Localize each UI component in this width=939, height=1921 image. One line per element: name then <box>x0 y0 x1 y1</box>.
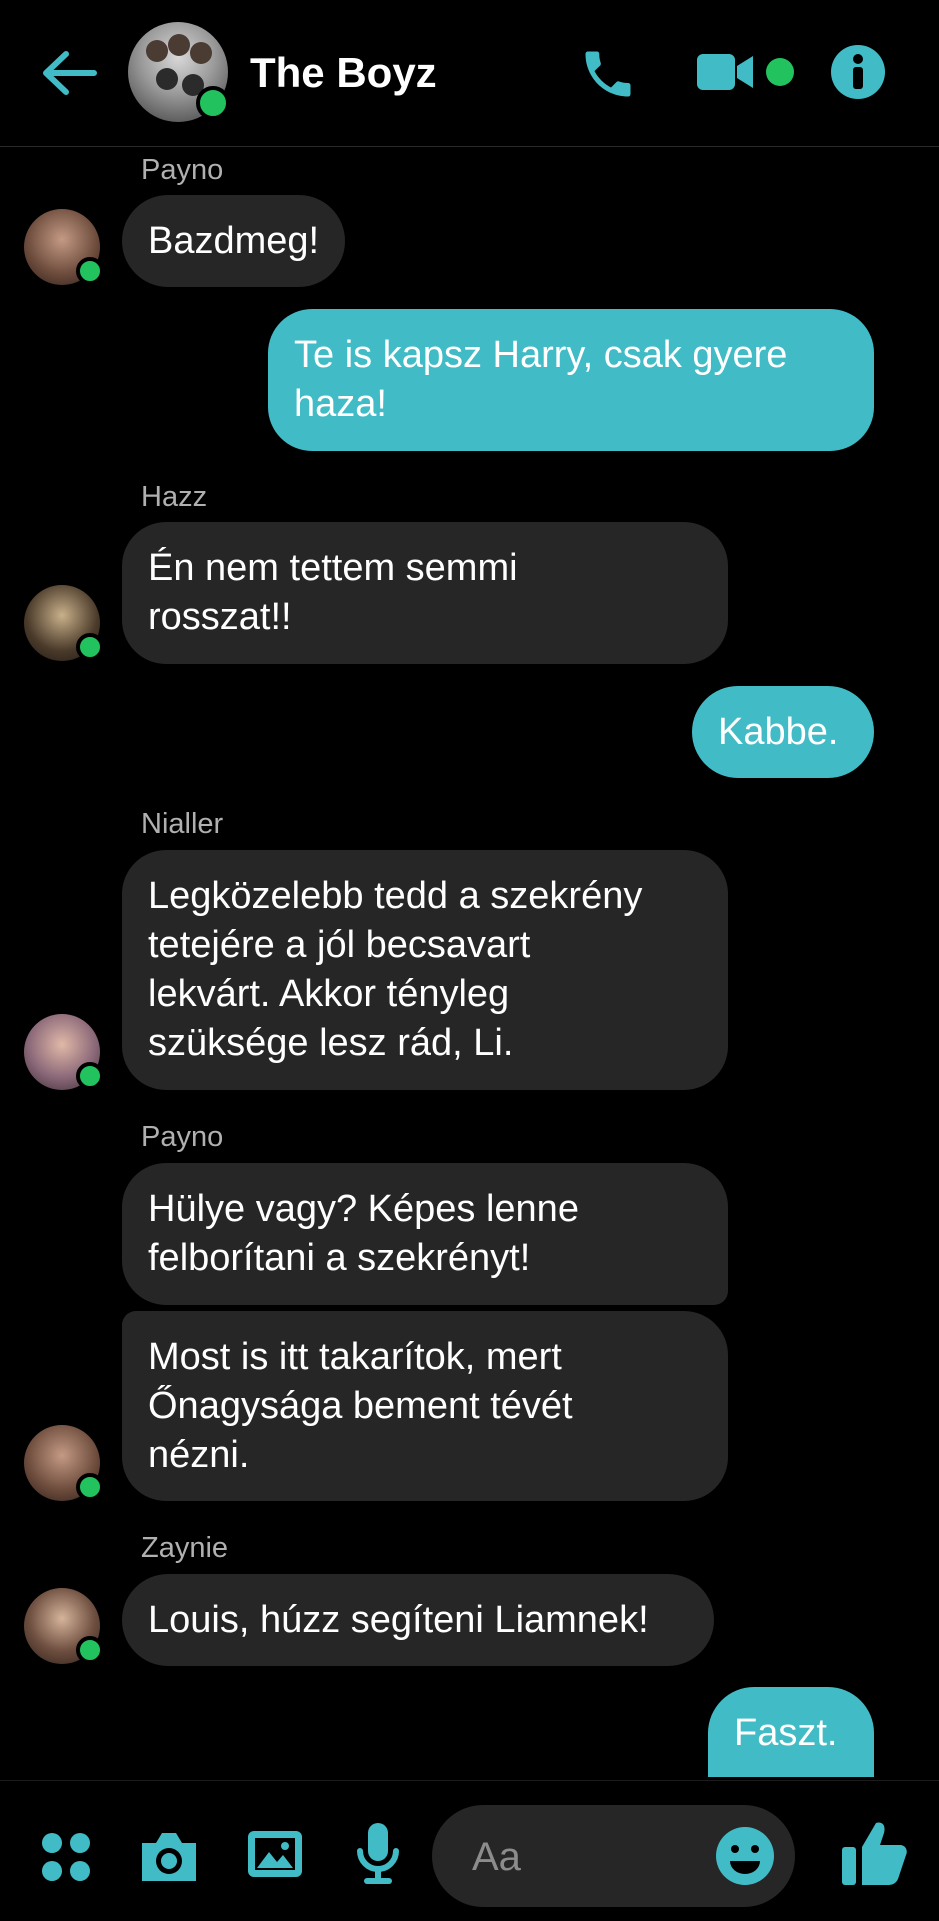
message-bubble-incoming[interactable]: Bazdmeg! <box>122 195 346 287</box>
message-bubble-incoming[interactable]: Én nem tettem semmi rosszat!! <box>122 522 728 664</box>
avatar-hazz[interactable] <box>24 585 104 661</box>
message-text: haza! <box>294 383 387 425</box>
message-text: Most is itt takarítok, mert <box>148 1336 562 1378</box>
avatar-payno[interactable] <box>24 1425 104 1501</box>
message-text: Hülye vagy? Képes lenne <box>148 1188 579 1230</box>
avatar-payno[interactable] <box>24 209 104 285</box>
message-text: Louis, húzz segíteni Liamnek! <box>148 1599 649 1641</box>
avatar-zaynie[interactable] <box>24 1588 104 1664</box>
sender-name: Payno <box>141 1121 224 1153</box>
message-text: Bazdmeg! <box>148 220 320 262</box>
group-avatar[interactable] <box>128 22 230 122</box>
camera-icon[interactable] <box>138 1829 200 1885</box>
message-text: Te is kapsz Harry, csak gyere <box>294 334 788 376</box>
message-list[interactable]: Payno Bazdmeg! Te is kapsz Harry, csak g… <box>0 147 939 1777</box>
message-bubble-incoming[interactable]: Most is itt takarítok, mert Őnagysága be… <box>122 1311 728 1501</box>
message-input[interactable] <box>470 1829 694 1885</box>
info-icon[interactable] <box>830 44 886 100</box>
image-icon[interactable] <box>246 1825 304 1883</box>
message-composer[interactable] <box>432 1805 795 1907</box>
online-indicator <box>196 86 230 120</box>
message-bubble-incoming[interactable]: Louis, húzz segíteni Liamnek! <box>122 1574 714 1666</box>
message-text: felborítani a szekrényt! <box>148 1237 531 1279</box>
sender-name: Zaynie <box>141 1532 229 1564</box>
message-bubble-incoming[interactable]: Legközelebb tedd a szekrény tetejére a j… <box>122 850 728 1090</box>
message-text: szüksége lesz rád, Li. <box>148 1022 514 1064</box>
message-text: Kabbe. <box>718 711 839 753</box>
emoji-icon[interactable] <box>714 1825 776 1887</box>
message-text: tetejére a jól becsavart <box>148 924 531 966</box>
thumbs-up-icon[interactable] <box>838 1817 910 1889</box>
chat-header: The Boyz <box>0 0 939 147</box>
avatar-nialler[interactable] <box>24 1014 104 1090</box>
message-text: Faszt. <box>734 1712 838 1754</box>
microphone-icon[interactable] <box>354 1821 402 1887</box>
message-text: rosszat!! <box>148 596 292 638</box>
message-bubble-incoming[interactable]: Hülye vagy? Képes lenne felborítani a sz… <box>122 1163 728 1305</box>
sender-name: Hazz <box>141 481 208 513</box>
message-text: nézni. <box>148 1434 250 1476</box>
message-text: Őnagysága bement tévét <box>148 1385 573 1427</box>
message-text: lekvárt. Akkor tényleg <box>148 973 510 1015</box>
message-bubble-outgoing[interactable]: Te is kapsz Harry, csak gyere haza! <box>268 309 874 451</box>
back-arrow-icon[interactable] <box>38 42 100 104</box>
phone-icon[interactable] <box>578 44 638 104</box>
message-bubble-outgoing[interactable]: Kabbe. <box>692 686 874 778</box>
video-active-dot <box>766 58 794 86</box>
chat-title[interactable]: The Boyz <box>250 48 437 98</box>
sender-name: Payno <box>141 154 224 186</box>
apps-icon[interactable] <box>40 1831 92 1883</box>
message-bubble-outgoing[interactable]: Faszt. <box>708 1687 874 1777</box>
message-text: Én nem tettem semmi <box>148 547 518 589</box>
sender-name: Nialler <box>141 808 224 840</box>
composer-bar <box>0 1780 939 1921</box>
video-camera-icon[interactable] <box>695 50 757 94</box>
message-text: Legközelebb tedd a szekrény <box>148 875 643 917</box>
